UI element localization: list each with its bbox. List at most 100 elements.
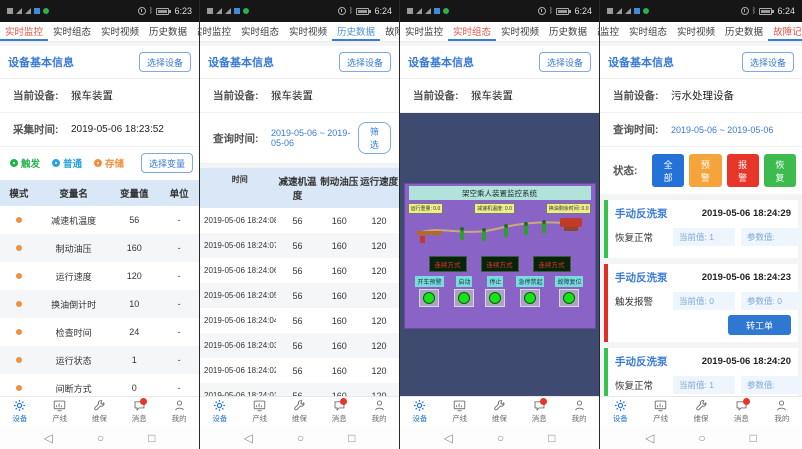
filter-recover-button[interactable]: 恢复 <box>764 154 796 187</box>
select-variable-button[interactable]: 选择变量 <box>141 153 193 173</box>
nav-production-line[interactable]: 产线 <box>240 397 280 426</box>
nav-messages[interactable]: 消息 <box>721 397 761 426</box>
nav-device[interactable]: 设备 <box>200 397 240 426</box>
recents-button[interactable]: □ <box>548 432 555 444</box>
nav-device[interactable]: 设备 <box>0 397 40 426</box>
scada-title: 架空乘人装置监控系统 <box>409 186 591 200</box>
card-title: 设备基本信息 <box>408 54 474 70</box>
home-button[interactable]: ○ <box>97 432 104 444</box>
fault-state: 触发报警 <box>615 294 667 308</box>
signal-icon <box>25 8 31 14</box>
android-nav-bar: ◁ ○ □ <box>600 426 802 449</box>
tab-realtime-video[interactable]: 实时视频 <box>496 22 544 41</box>
home-button[interactable]: ○ <box>297 432 304 444</box>
nav-production-line[interactable]: 产线 <box>640 397 680 426</box>
tab-fault-records[interactable]: 故障记录 <box>192 22 199 41</box>
nav-production-line[interactable]: 产线 <box>40 397 80 426</box>
fault-time: 2019-05-06 18:24:23 <box>702 272 791 283</box>
collect-time-label: 采集时间: <box>13 122 71 137</box>
nav-maintenance-label: 维保 <box>694 413 709 424</box>
store-mode-icon <box>16 273 22 279</box>
tab-fault-records[interactable]: 故障记录 <box>380 22 399 41</box>
mode-continuous-button[interactable]: 连续方式 <box>481 256 519 272</box>
tab-fault-records[interactable]: 故障记录 <box>768 22 802 41</box>
device-label: 当前设备: <box>13 88 71 103</box>
nav-maintenance[interactable]: 维保 <box>280 397 320 426</box>
back-button[interactable]: ◁ <box>444 432 453 444</box>
indicator-lamp-button[interactable] <box>559 289 579 307</box>
tab-realtime-scada[interactable]: 实时组态 <box>48 22 96 41</box>
query-time-value[interactable]: 2019-05-06 ~ 2019-05-06 <box>271 128 358 148</box>
tab-realtime-monitor[interactable]: 实时监控 <box>200 22 236 41</box>
nav-messages[interactable]: 消息 <box>119 397 159 426</box>
tab-history-data[interactable]: 历史数据 <box>332 22 380 41</box>
nav-messages[interactable]: 消息 <box>519 397 559 426</box>
fault-record-alarm: 手动反洗泵 2019-05-06 18:24:23 触发报警 当前值: 0 参数… <box>604 264 798 342</box>
nav-messages[interactable]: 消息 <box>319 397 359 426</box>
query-time-value[interactable]: 2019-05-06 ~ 2019-05-06 <box>671 125 773 135</box>
current-device-row: 当前设备: 猴车装置 <box>0 79 199 113</box>
indicator-lamp-button[interactable] <box>485 289 505 307</box>
nav-device[interactable]: 设备 <box>600 397 640 426</box>
back-button[interactable]: ◁ <box>44 432 53 444</box>
recents-button[interactable]: □ <box>750 432 757 444</box>
select-device-button[interactable]: 选择设备 <box>539 52 591 72</box>
tab-realtime-monitor[interactable]: 实时监控 <box>0 22 48 41</box>
tab-fault-records[interactable]: 故障记录 <box>592 22 599 41</box>
home-button[interactable]: ○ <box>497 432 504 444</box>
mode-continuous-button[interactable]: 连续方式 <box>429 256 467 272</box>
back-button[interactable]: ◁ <box>645 432 654 444</box>
tab-realtime-monitor[interactable]: 实时监控 <box>600 22 624 41</box>
filter-warning-button[interactable]: 预警 <box>689 154 721 187</box>
nav-profile[interactable]: 我的 <box>159 397 199 426</box>
scada-controls: 开车预警 启动 停止 急停禁起 <box>405 276 595 307</box>
create-work-order-button[interactable]: 转工单 <box>728 315 791 335</box>
recents-button[interactable]: □ <box>348 432 355 444</box>
filter-alarm-button[interactable]: 报警 <box>727 154 759 187</box>
mode-normal-radio[interactable]: 普通 <box>52 156 82 170</box>
tab-history-data[interactable]: 历史数据 <box>144 22 192 41</box>
back-button[interactable]: ◁ <box>244 432 253 444</box>
filter-button[interactable]: 筛选 <box>358 122 391 154</box>
nav-messages-label: 消息 <box>734 413 749 424</box>
collect-time-row: 采集时间: 2019-05-06 18:23:52 <box>0 113 199 147</box>
tab-history-data[interactable]: 历史数据 <box>544 22 592 41</box>
person-icon <box>373 399 386 412</box>
tab-realtime-scada[interactable]: 实时组态 <box>624 22 672 41</box>
nav-maintenance[interactable]: 维保 <box>80 397 120 426</box>
select-device-button[interactable]: 选择设备 <box>742 52 794 72</box>
nav-profile[interactable]: 我的 <box>762 397 802 426</box>
tab-realtime-monitor[interactable]: 实时监控 <box>400 22 448 41</box>
chart-icon <box>654 399 667 412</box>
nav-profile[interactable]: 我的 <box>559 397 599 426</box>
nav-maintenance[interactable]: 维保 <box>681 397 721 426</box>
current-value-box: 当前值: 1 <box>673 228 735 246</box>
app-notification-icon <box>34 8 40 14</box>
tab-realtime-scada[interactable]: 实时组态 <box>448 22 496 41</box>
tab-realtime-video[interactable]: 实时视频 <box>96 22 144 41</box>
tab-realtime-video[interactable]: 实时视频 <box>672 22 720 41</box>
gauge-weight: 运行重量: 0.0 <box>408 203 444 214</box>
fault-record-list: 手动反洗泵 2019-05-06 18:24:29 恢复正常 当前值: 1 参数… <box>600 194 802 396</box>
filter-all-button[interactable]: 全部 <box>652 154 684 187</box>
indicator-lamp-button[interactable] <box>454 289 474 307</box>
nav-production-line[interactable]: 产线 <box>440 397 480 426</box>
fault-name: 手动反洗泵 <box>615 270 668 285</box>
clock-time: 6:24 <box>374 6 392 16</box>
tab-realtime-scada[interactable]: 实时组态 <box>236 22 284 41</box>
nav-maintenance[interactable]: 维保 <box>480 397 520 426</box>
indicator-lamp-button[interactable] <box>419 289 439 307</box>
nav-device[interactable]: 设备 <box>400 397 440 426</box>
mode-store-radio[interactable]: 存储 <box>94 156 124 170</box>
tab-history-data[interactable]: 历史数据 <box>720 22 768 41</box>
indicator-lamp-button[interactable] <box>520 289 540 307</box>
device-value: 猴车装置 <box>471 88 513 103</box>
mode-continuous-button[interactable]: 连续方式 <box>533 256 571 272</box>
recents-button[interactable]: □ <box>148 432 155 444</box>
mode-trigger-radio[interactable]: 触发 <box>10 156 40 170</box>
nav-profile[interactable]: 我的 <box>359 397 399 426</box>
select-device-button[interactable]: 选择设备 <box>339 52 391 72</box>
home-button[interactable]: ○ <box>698 432 705 444</box>
select-device-button[interactable]: 选择设备 <box>139 52 191 72</box>
tab-realtime-video[interactable]: 实时视频 <box>284 22 332 41</box>
